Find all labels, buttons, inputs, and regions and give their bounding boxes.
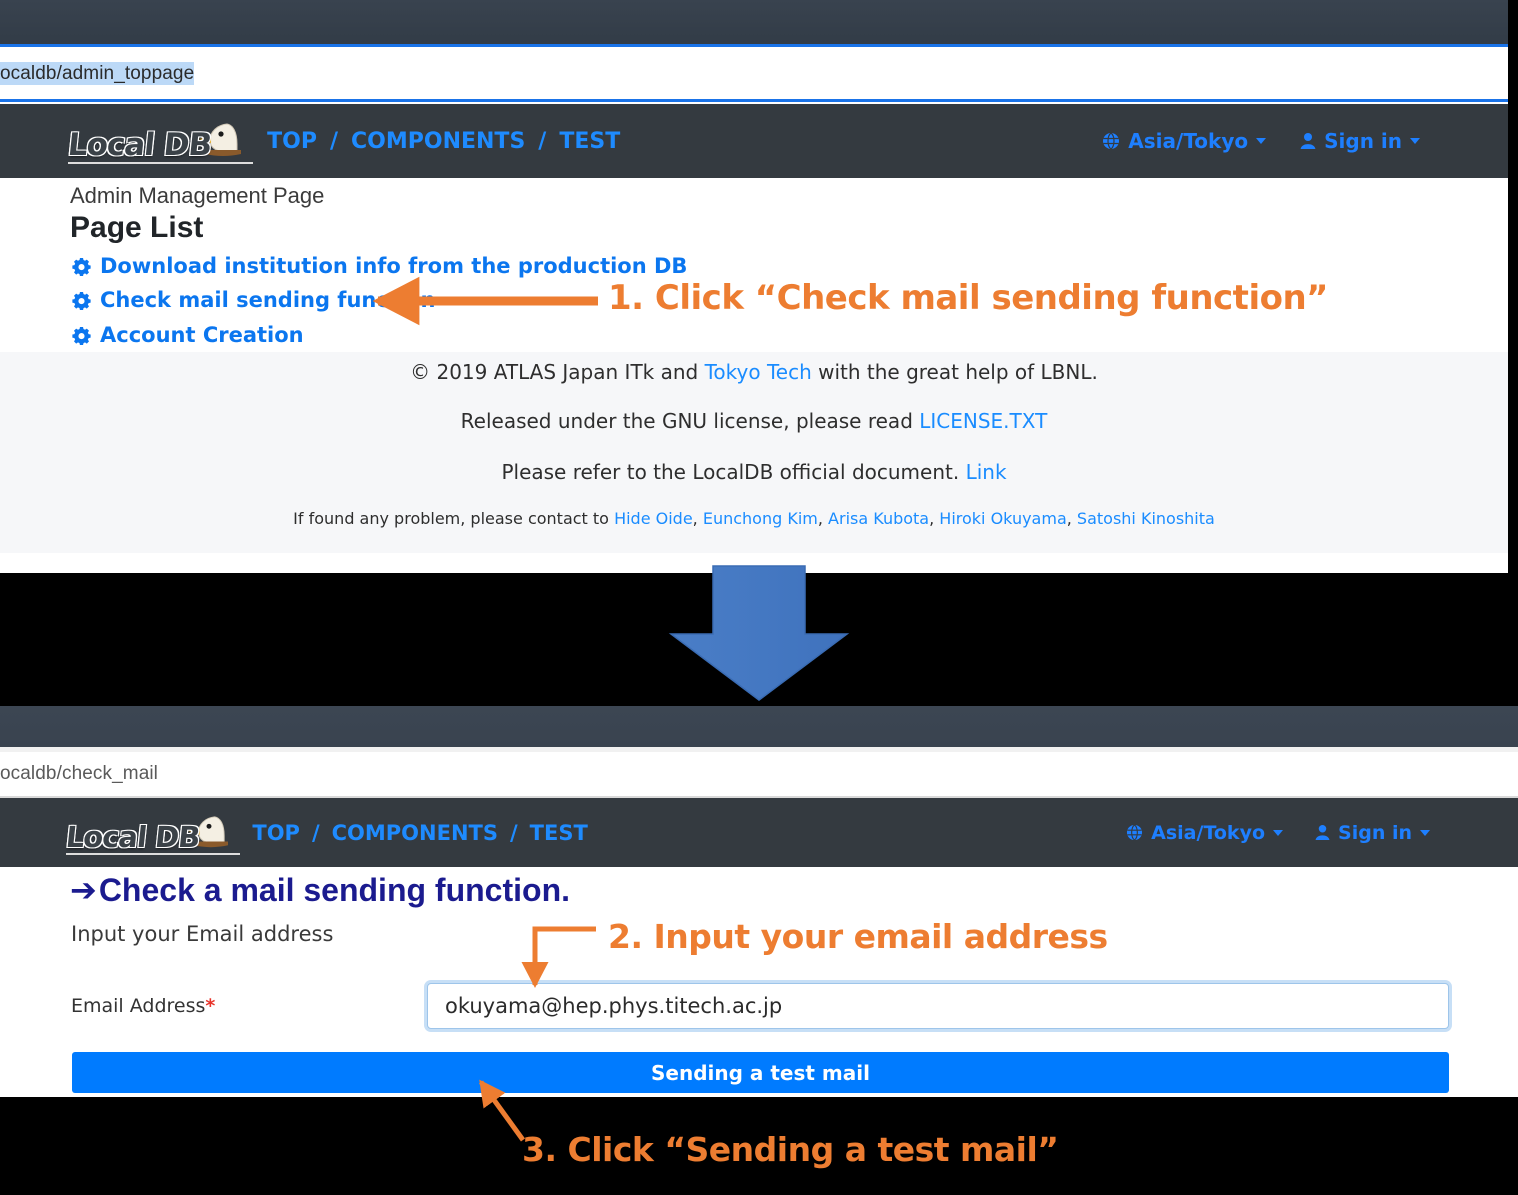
footer-copyright-pre: © 2019 ATLAS Japan ITk and xyxy=(410,360,705,384)
urlbar-focus-ring-bottom-edge-top xyxy=(0,99,1508,102)
address-bar-text-bottom: ocaldb/check_mail xyxy=(0,763,158,785)
admin-link-label: Check mail sending function xyxy=(100,288,436,312)
email-field-label: Email Address* xyxy=(71,995,215,1017)
page-title: Page List xyxy=(70,211,204,244)
signin-menu-top[interactable]: Sign in xyxy=(1300,129,1420,153)
admin-link-download-institution[interactable]: Download institution info from the produ… xyxy=(72,254,687,278)
nav-link-test[interactable]: TEST xyxy=(559,129,620,154)
footer-link-tokyo-tech[interactable]: Tokyo Tech xyxy=(705,360,812,384)
footer-contact-arisa-kubota[interactable]: Arisa Kubota xyxy=(828,509,929,528)
footer-link-license-txt[interactable]: LICENSE.TXT xyxy=(919,409,1047,433)
globe-icon xyxy=(1127,824,1143,841)
footer-link-document[interactable]: Link xyxy=(966,460,1007,484)
footer-contacts-pre: If found any problem, please contact to xyxy=(293,509,615,528)
footer-copyright-post: with the great help of LBNL. xyxy=(811,360,1098,384)
timezone-menu-bottom[interactable]: Asia/Tokyo xyxy=(1126,821,1284,844)
gear-icon xyxy=(72,291,91,310)
gear-icon xyxy=(72,257,91,276)
browser-window-bottom: ocaldb/check_mail Local DB TOP / COMPONE… xyxy=(0,706,1518,1097)
nav-separator: / xyxy=(509,820,518,845)
email-input-value: okuyama@hep.phys.titech.ac.jp xyxy=(445,994,783,1018)
address-bar-top[interactable]: ocaldb/admin_toppage xyxy=(0,47,1508,99)
admin-link-check-mail-sending-function[interactable]: Check mail sending function xyxy=(72,288,435,312)
nav-right-group-top: Asia/Tokyo Sign in xyxy=(1102,129,1420,153)
email-input[interactable]: okuyama@hep.phys.titech.ac.jp xyxy=(427,983,1449,1029)
nav-separator: / xyxy=(311,820,320,845)
address-bar-bottom[interactable]: ocaldb/check_mail xyxy=(0,752,1518,798)
page-subtitle: Admin Management Page xyxy=(70,183,325,208)
site-navbar-top: Local DB TOP / COMPONENTS / TEST Asia/To… xyxy=(0,104,1508,178)
signin-menu-bottom[interactable]: Sign in xyxy=(1315,822,1430,844)
transition-down-arrow-icon xyxy=(668,565,850,701)
send-test-mail-label: Sending a test mail xyxy=(651,1060,870,1085)
address-bar-url-bottom: ocaldb/check_mail xyxy=(0,763,159,784)
globe-icon xyxy=(1103,132,1120,150)
footer-contact-hiroki-okuyama[interactable]: Hiroki Okuyama xyxy=(939,509,1066,528)
comma: , xyxy=(929,509,940,528)
admin-link-label: Download institution info from the produ… xyxy=(100,254,688,278)
browser-toolbar-bottom xyxy=(0,706,1518,747)
email-field-label-text: Email Address xyxy=(71,995,206,1017)
nav-link-test[interactable]: TEST xyxy=(530,821,588,845)
nav-links-top: TOP / COMPONENTS / TEST xyxy=(267,129,620,154)
send-test-mail-button[interactable]: Sending a test mail xyxy=(72,1052,1449,1093)
timezone-menu-top[interactable]: Asia/Tokyo xyxy=(1102,129,1267,153)
comma: , xyxy=(692,509,703,528)
admin-link-label: Account Creation xyxy=(100,323,304,347)
annotation-step-2: 2. Input your email address xyxy=(608,917,1108,956)
check-mail-heading: ➔ Check a mail sending function. xyxy=(70,871,570,909)
person-icon xyxy=(1315,825,1330,840)
nav-separator: / xyxy=(329,128,339,154)
admin-link-account-creation[interactable]: Account Creation xyxy=(72,323,304,347)
check-mail-instruction: Input your Email address xyxy=(71,922,334,946)
check-mail-page-body: ➔ Check a mail sending function. Input y… xyxy=(0,867,1518,1097)
footer-line-contacts: If found any problem, please contact to … xyxy=(0,509,1508,528)
caret-down-icon xyxy=(1410,138,1420,144)
caret-down-icon xyxy=(1273,829,1284,836)
nav-link-components[interactable]: COMPONENTS xyxy=(351,129,525,154)
footer-license-pre: Released under the GNU license, please r… xyxy=(460,409,920,433)
comma: , xyxy=(817,509,829,528)
address-bar-text-top: ocaldb/admin_toppage xyxy=(0,62,195,85)
person-icon xyxy=(1300,133,1316,149)
gear-icon xyxy=(72,326,91,345)
heading-arrow-icon: ➔ xyxy=(70,872,97,908)
footer-contact-satoshi-kinoshita[interactable]: Satoshi Kinoshita xyxy=(1077,509,1215,528)
brand-text: Local DB xyxy=(66,127,214,163)
timezone-label: Asia/Tokyo xyxy=(1151,821,1266,844)
admin-page-body: Admin Management Page Page List Download… xyxy=(0,178,1508,352)
site-footer: © 2019 ATLAS Japan ITk and Tokyo Tech wi… xyxy=(0,352,1508,553)
footer-contact-hide-oide[interactable]: Hide Oide xyxy=(614,509,693,528)
signin-label: Sign in xyxy=(1324,129,1402,153)
footer-line-document: Please refer to the LocalDB official doc… xyxy=(0,460,1508,484)
nav-links-bottom: TOP / COMPONENTS / TEST xyxy=(252,821,587,845)
brand-logo-top[interactable]: Local DB xyxy=(66,120,253,164)
caret-down-icon xyxy=(1420,829,1430,836)
site-navbar-bottom: Local DB TOP / COMPONENTS / TEST Asia/To… xyxy=(0,798,1518,867)
slide-canvas: ocaldb/admin_toppage Local DB TOP / COMP… xyxy=(0,0,1518,1195)
browser-toolbar-top xyxy=(0,0,1508,44)
signin-label: Sign in xyxy=(1338,821,1412,844)
caret-down-icon xyxy=(1256,138,1267,144)
footer-contact-eunchong-kim[interactable]: Eunchong Kim xyxy=(703,509,818,528)
timezone-label: Asia/Tokyo xyxy=(1128,129,1249,153)
footer-document-pre: Please refer to the LocalDB official doc… xyxy=(501,460,966,484)
annotation-step-3: 3. Click “Sending a test mail” xyxy=(522,1130,1059,1169)
brand-logo-bottom[interactable]: Local DB xyxy=(64,813,240,855)
nav-right-group-bottom: Asia/Tokyo Sign in xyxy=(1126,822,1430,844)
footer-line-copyright: © 2019 ATLAS Japan ITk and Tokyo Tech wi… xyxy=(0,360,1508,384)
heading-text: Check a mail sending function. xyxy=(98,871,570,908)
address-bar-url-top: ocaldb/admin_toppage xyxy=(0,62,195,85)
required-marker: * xyxy=(205,995,216,1017)
footer-line-license: Released under the GNU license, please r… xyxy=(0,409,1508,433)
nav-link-top[interactable]: TOP xyxy=(267,129,317,154)
annotation-step-1: 1. Click “Check mail sending function” xyxy=(608,278,1329,318)
comma: , xyxy=(1066,509,1077,528)
nav-separator: / xyxy=(538,128,547,154)
nav-link-top[interactable]: TOP xyxy=(252,821,300,845)
brand-text: Local DB xyxy=(64,819,202,854)
nav-link-components[interactable]: COMPONENTS xyxy=(332,821,498,845)
